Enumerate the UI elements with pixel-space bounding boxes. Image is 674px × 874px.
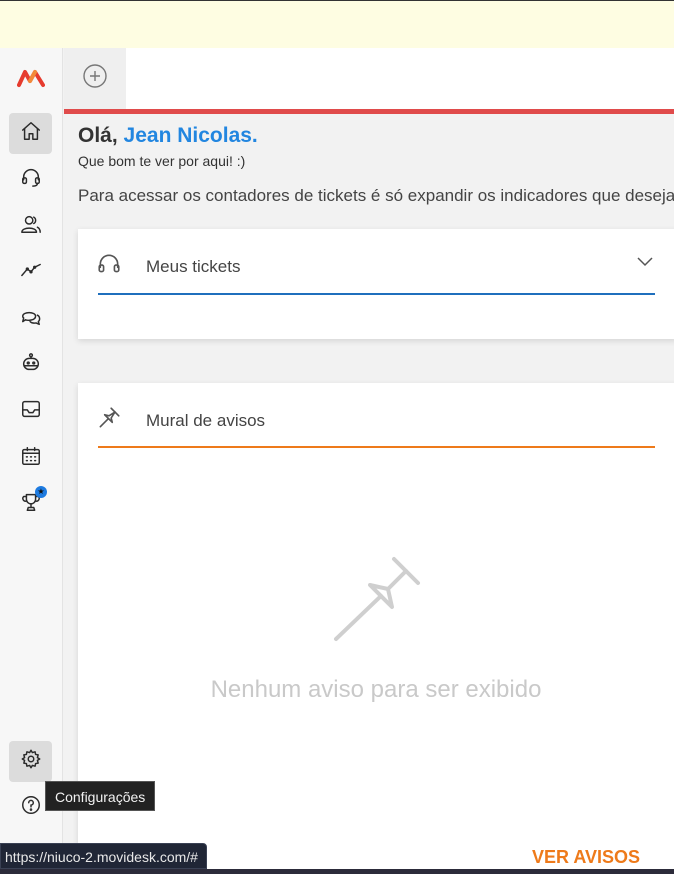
home-content: Olá, Jean Nicolas. Que bom te ver por aq… [64, 114, 674, 874]
robot-icon [20, 352, 42, 379]
users-icon [20, 213, 42, 240]
notices-card: Mural de avisos Nenhum aviso para ser ex… [78, 383, 674, 874]
browser-status-url: https://niuco-2.movidesk.com/# [0, 843, 207, 869]
window-bottom-edge [0, 869, 674, 874]
notices-rule [98, 446, 655, 448]
my-tickets-rule [98, 293, 655, 295]
pushpin-icon [96, 405, 122, 431]
user-name: Jean Nicolas. [123, 124, 258, 147]
help-circle-icon [20, 794, 42, 821]
home-icon [20, 120, 42, 147]
sidebar-item-reports[interactable] [9, 252, 52, 293]
top-notification-banner [0, 0, 674, 48]
trend-line-icon [20, 259, 42, 286]
sidebar-item-chat[interactable] [9, 299, 52, 340]
settings-tooltip: Configurações [45, 781, 156, 811]
star-badge: ★ [35, 486, 47, 498]
greeting-heading: Olá, Jean Nicolas. [78, 124, 258, 148]
sidebar-item-bot[interactable] [9, 345, 52, 386]
empty-state-text: Nenhum aviso para ser exibido [210, 676, 542, 703]
inbox-tray-icon [20, 398, 42, 425]
chat-bubbles-icon [20, 306, 42, 333]
sidebar-item-inbox[interactable] [9, 391, 52, 432]
gear-icon [20, 748, 42, 775]
calendar-icon [20, 445, 42, 472]
tab-bar [64, 48, 674, 109]
view-notices-link[interactable]: VER AVISOS [532, 847, 640, 868]
movidesk-logo[interactable] [17, 68, 45, 88]
empty-pushpin-icon [332, 553, 424, 645]
info-text: Para acessar os contadores de tickets é … [78, 186, 674, 205]
plus-circle-icon [82, 63, 108, 94]
sidebar: ★ [0, 48, 63, 874]
sidebar-item-gamification[interactable]: ★ [9, 484, 52, 525]
sidebar-item-clients[interactable] [9, 206, 52, 247]
greeting-subtitle: Que bom te ver por aqui! :) [78, 153, 246, 169]
my-tickets-card[interactable]: Meus tickets [78, 229, 674, 339]
my-tickets-title: Meus tickets [146, 257, 241, 276]
headset-icon [20, 166, 42, 193]
chevron-down-icon[interactable] [635, 255, 655, 269]
sidebar-item-calendar[interactable] [9, 438, 52, 479]
sidebar-item-settings[interactable] [9, 741, 52, 782]
greeting-hello: Olá, [78, 124, 118, 147]
headset-icon [96, 251, 122, 277]
sidebar-item-tickets[interactable] [9, 159, 52, 200]
sidebar-item-home[interactable] [9, 113, 52, 154]
notices-title: Mural de avisos [146, 411, 266, 430]
new-tab-button[interactable] [64, 48, 126, 109]
